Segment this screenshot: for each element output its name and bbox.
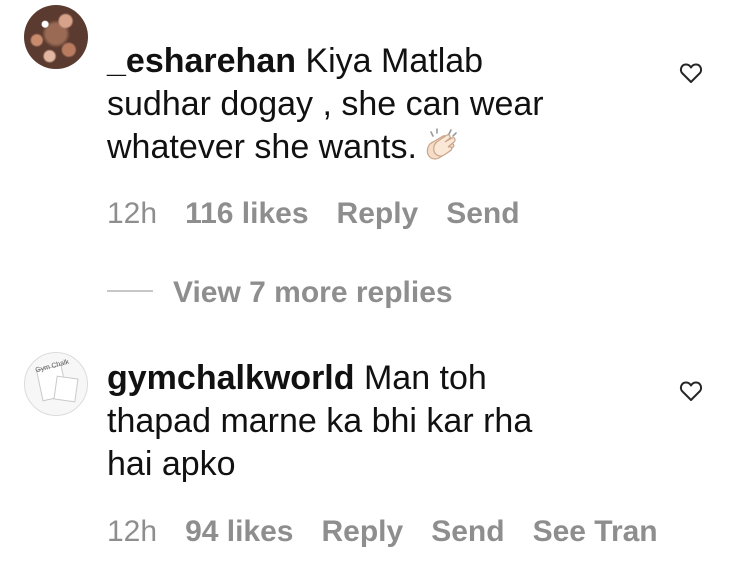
comment-time: 12h	[107, 197, 158, 230]
comment-line: hai apko	[107, 445, 236, 483]
avatar[interactable]: Gym Chalk	[24, 352, 88, 416]
comment-username[interactable]: _esharehan	[107, 42, 296, 80]
clapping-hands-icon	[426, 128, 457, 160]
comment-line: sudhar dogay , she can wear	[107, 85, 544, 123]
see-translation-button[interactable]: See Tran	[533, 515, 658, 548]
avatar[interactable]	[24, 5, 88, 69]
comment-text: Kiya Matlab	[296, 42, 484, 80]
comment-body: _esharehan Kiya Matlab sudhar dogay , sh…	[107, 40, 627, 169]
comment-text: Man toh	[354, 359, 487, 397]
divider	[107, 290, 153, 292]
reply-button[interactable]: Reply	[322, 515, 404, 548]
comment-line: thapad marne ka bhi kar rha	[107, 402, 533, 440]
send-button[interactable]: Send	[431, 515, 504, 548]
comment-line: whatever she wants.	[107, 126, 627, 169]
comment-time: 12h	[107, 515, 158, 548]
comment-line: gymchalkworld Man toh	[107, 357, 627, 400]
reply-button[interactable]: Reply	[337, 197, 419, 230]
likes-count[interactable]: 94 likes	[185, 515, 293, 548]
like-heart-icon[interactable]	[679, 380, 703, 402]
view-more-replies-button[interactable]: View 7 more replies	[107, 276, 453, 310]
view-replies-label: View 7 more replies	[173, 276, 453, 309]
comment-meta: 12h 94 likes Reply Send See Tran	[107, 515, 686, 549]
comment-body: gymchalkworld Man toh thapad marne ka bh…	[107, 357, 627, 486]
like-heart-icon[interactable]	[679, 62, 703, 84]
likes-count[interactable]: 116 likes	[185, 197, 308, 230]
comment-username[interactable]: gymchalkworld	[107, 359, 355, 397]
comment-meta: 12h 116 likes Reply Send	[107, 197, 548, 231]
comment-line: _esharehan Kiya Matlab	[107, 40, 627, 83]
comment-text: whatever she wants.	[107, 128, 417, 166]
avatar-graphic	[53, 375, 79, 403]
send-button[interactable]: Send	[446, 197, 519, 230]
